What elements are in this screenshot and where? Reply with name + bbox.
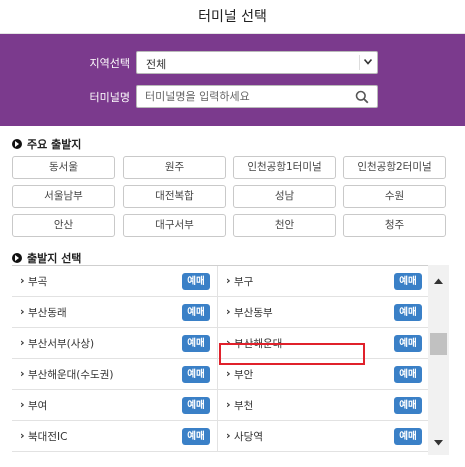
reserve-button[interactable]: 예매 (394, 304, 422, 321)
major-item-button[interactable]: 청주 (343, 214, 446, 237)
reserve-button[interactable]: 예매 (182, 366, 210, 383)
terminal-name: 부산동래 (28, 307, 67, 319)
chevron-right-icon: › (226, 429, 231, 442)
chevron-right-icon: › (226, 398, 231, 411)
scrollbar-thumb[interactable] (430, 333, 447, 355)
table-row: › 북대전IC 예매 › 사당역 예매 (12, 421, 430, 452)
terminal-name: 부구 (234, 276, 254, 288)
reserve-button[interactable]: 예매 (394, 428, 422, 445)
reserve-button[interactable]: 예매 (182, 273, 210, 290)
major-item-button[interactable]: 원주 (123, 156, 226, 179)
major-item-button[interactable]: 안산 (12, 214, 115, 237)
scroll-down-icon[interactable] (428, 435, 449, 449)
major-item-button[interactable]: 서울남부 (12, 185, 115, 208)
region-label: 지역선택 (89, 57, 130, 70)
terminal-cell[interactable]: › 사당역 예매 (218, 421, 430, 451)
reserve-button[interactable]: 예매 (182, 335, 210, 352)
terminal-name: 부곡 (28, 276, 48, 288)
departure-list[interactable]: › 부곡 예매 › 부구 예매 › 부산동래 예매 › 부산동부 예매 › 부산서부(사상… (12, 265, 449, 455)
major-item-button[interactable]: 대구서부 (123, 214, 226, 237)
terminal-name: 부산해운대(수도권) (28, 369, 114, 381)
major-item-button[interactable]: 천안 (233, 214, 336, 237)
major-departure-title: 주요 출발지 (12, 136, 81, 152)
departure-select-title: 출발지 선택 (12, 250, 81, 266)
reserve-button[interactable]: 예매 (394, 335, 422, 352)
terminal-name: 부안 (234, 369, 254, 381)
chevron-right-icon: › (20, 367, 25, 380)
major-item-button[interactable]: 수원 (343, 185, 446, 208)
header: 터미널 선택 (0, 0, 465, 34)
reserve-button[interactable]: 예매 (182, 397, 210, 414)
region-select-value: 전체 (146, 58, 167, 71)
terminal-cell[interactable]: › 부구 예매 (218, 266, 430, 296)
chevron-right-icon: › (20, 398, 25, 411)
chevron-right-icon: › (226, 274, 231, 287)
terminal-cell[interactable]: › 부여 예매 (12, 390, 218, 420)
terminal-cell[interactable]: › 부산동래 예매 (12, 297, 218, 327)
chevron-right-icon: › (20, 274, 25, 287)
arrow-circle-icon (12, 253, 22, 263)
reserve-button[interactable]: 예매 (182, 428, 210, 445)
reserve-button[interactable]: 예매 (182, 304, 210, 321)
scroll-up-icon[interactable] (428, 273, 449, 287)
arrow-circle-icon (12, 139, 22, 149)
table-row: › 부산동래 예매 › 부산동부 예매 (12, 297, 430, 328)
chevron-down-icon[interactable] (359, 55, 375, 70)
chevron-right-icon: › (226, 305, 231, 318)
page-title: 터미널 선택 (198, 9, 267, 25)
terminal-name: 사당역 (234, 431, 263, 443)
terminal-label: 터미널명 (89, 91, 130, 104)
chevron-right-icon: › (20, 305, 25, 318)
terminal-cell[interactable]: › 부산동부 예매 (218, 297, 430, 327)
table-row: › 부곡 예매 › 부구 예매 (12, 266, 430, 297)
region-select[interactable]: 전체 (136, 51, 378, 74)
major-item-button[interactable]: 대전복합 (123, 185, 226, 208)
reserve-button[interactable]: 예매 (394, 366, 422, 383)
terminal-name: 부산서부(사상) (28, 338, 95, 350)
terminal-cell[interactable]: › 부천 예매 (218, 390, 430, 420)
terminal-cell[interactable]: › 북대전IC 예매 (12, 421, 218, 451)
major-item-button[interactable]: 인천공항2터미널 (343, 156, 446, 179)
reserve-button[interactable]: 예매 (394, 397, 422, 414)
search-panel: 지역선택 전체 터미널명 (0, 34, 465, 126)
major-item-button[interactable]: 동서울 (12, 156, 115, 179)
chevron-right-icon: › (226, 367, 231, 380)
major-item-button[interactable]: 성남 (233, 185, 336, 208)
table-row: › 부여 예매 › 부천 예매 (12, 390, 430, 421)
search-icon[interactable] (355, 89, 371, 105)
major-item-button[interactable]: 인천공항1터미널 (233, 156, 336, 179)
terminal-name: 부천 (234, 400, 254, 412)
terminal-cell[interactable]: › 부산서부(사상) 예매 (12, 328, 218, 358)
reserve-button[interactable]: 예매 (394, 273, 422, 290)
terminal-name: 북대전IC (28, 431, 68, 443)
terminal-search-input[interactable] (136, 85, 378, 108)
chevron-right-icon: › (20, 429, 25, 442)
terminal-cell[interactable]: › 부곡 예매 (12, 266, 218, 296)
chevron-right-icon: › (20, 336, 25, 349)
terminal-cell[interactable]: › 부산해운대(수도권) 예매 (12, 359, 218, 389)
terminal-name: 부산동부 (234, 307, 273, 319)
selection-highlight (219, 343, 365, 365)
terminal-name: 부여 (28, 400, 48, 412)
scrollbar[interactable] (428, 265, 449, 455)
